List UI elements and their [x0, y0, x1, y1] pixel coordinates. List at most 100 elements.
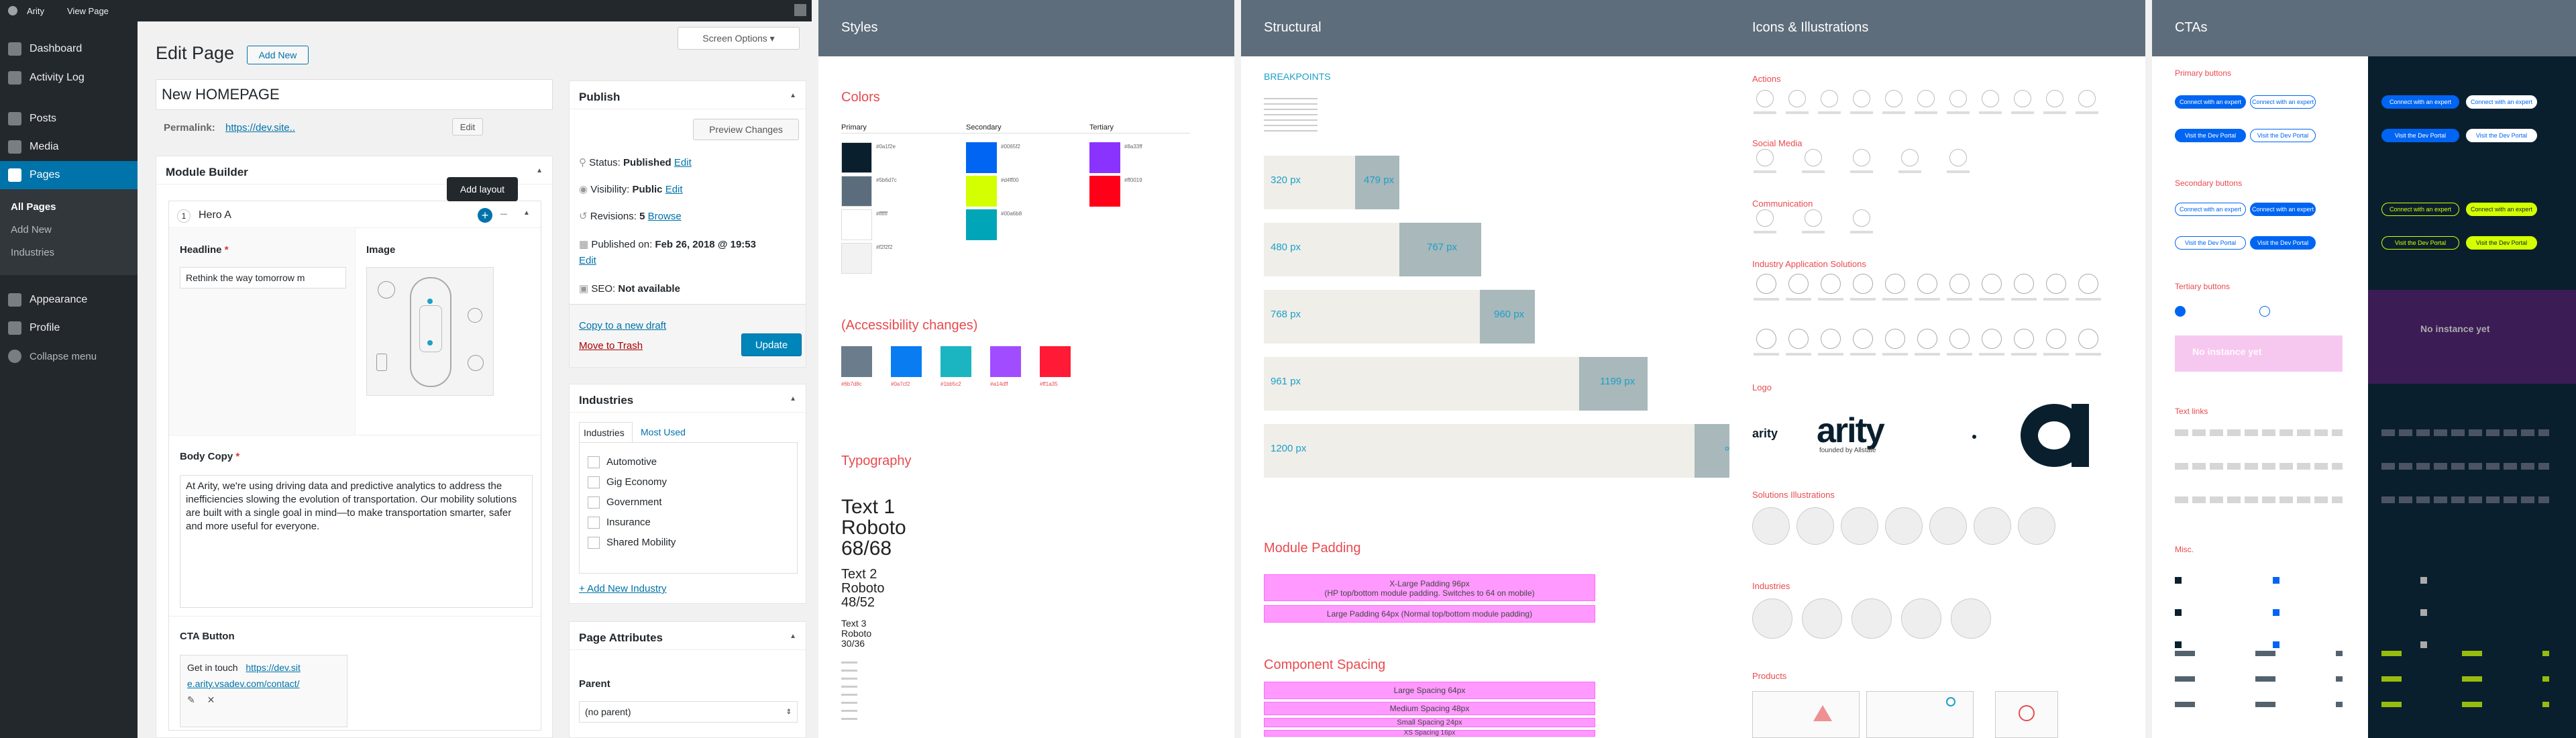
car-diagram-image[interactable]	[366, 267, 494, 396]
tab-industries[interactable]: Industries	[579, 422, 633, 442]
icon-caption	[1915, 298, 1940, 301]
parent-select[interactable]: (no parent) ⇕	[579, 701, 798, 723]
menu-posts[interactable]: Posts	[0, 105, 138, 133]
primary-portal-button-sample[interactable]: Visit the Dev Portal	[2175, 129, 2246, 142]
secondary-button-sample[interactable]: Connect with an expert	[2175, 203, 2246, 216]
dark-text-link-sample[interactable]	[2381, 496, 2549, 503]
collapse-arrow-icon[interactable]: ▲	[790, 92, 796, 99]
cta-link-box[interactable]: Get in touch https://dev.sit e.arity.vsa…	[180, 655, 347, 727]
submenu-add-new[interactable]: Add New	[11, 224, 52, 235]
navigation-sample[interactable]	[2175, 702, 2343, 707]
no-instance-light-label: No instance yet	[2192, 346, 2262, 357]
edit-link-icon[interactable]: ✎	[187, 694, 195, 705]
primary-button-sample[interactable]: Connect with an expert	[2175, 95, 2246, 109]
steering-wheel-icon	[378, 281, 395, 299]
menu-activity-log[interactable]: Activity Log	[0, 64, 138, 92]
checkbox-insurance[interactable]	[588, 517, 600, 529]
dark-portal-button-sample[interactable]: Visit the Dev Portal	[2381, 129, 2459, 142]
browse-revisions-link[interactable]: Browse	[648, 211, 682, 222]
wordpress-logo-icon[interactable]	[8, 6, 17, 15]
text-link-sample[interactable]	[2175, 429, 2343, 436]
checkbox-shared-mobility[interactable]	[588, 537, 600, 549]
dark-text-link-sample[interactable]	[2381, 463, 2549, 470]
secondary-portal-sample[interactable]: Visit the Dev Portal	[2175, 236, 2246, 250]
icon-caption	[1898, 170, 1921, 173]
cta-url[interactable]: https://dev.sit	[246, 662, 300, 673]
permalink-url[interactable]: https://dev.site..	[225, 122, 295, 134]
actions-heading: Actions	[1752, 74, 1781, 84]
screen-options-button[interactable]: Screen Options ▾	[678, 27, 800, 50]
permalink-edit-button[interactable]: Edit	[452, 118, 483, 136]
dark-secondary-portal-sample[interactable]: Visit the Dev Portal	[2381, 236, 2459, 250]
dark-secondary-filled-sample[interactable]: Connect with an expert	[2466, 203, 2537, 216]
menu-pages[interactable]: Pages	[0, 161, 138, 189]
menu-profile[interactable]: Profile	[0, 314, 138, 342]
status-edit-link[interactable]: Edit	[674, 157, 692, 168]
map-pin-icon	[1946, 697, 1955, 706]
visibility-edit-link[interactable]: Edit	[665, 184, 683, 195]
collapse-arrow-icon[interactable]: ▲	[536, 167, 543, 174]
body-copy-textarea[interactable]: At Arity, we're using driving data and p…	[180, 475, 533, 608]
dark-navigation-sample[interactable]	[2381, 651, 2549, 656]
copy-draft-link[interactable]: Copy to a new draft	[579, 320, 666, 331]
navigation-sample[interactable]	[2175, 676, 2343, 682]
icons-panel: Icons & Illustrations Actions Social Med…	[1729, 0, 2145, 738]
primary-outline-button-sample[interactable]: Connect with an expert	[2250, 95, 2316, 109]
text-link-sample[interactable]	[2175, 463, 2343, 470]
industry-icon	[1788, 274, 1809, 294]
submenu-all-pages[interactable]: All Pages	[11, 201, 56, 213]
menu-appearance[interactable]: Appearance	[0, 286, 138, 314]
preview-changes-button[interactable]: Preview Changes	[693, 119, 799, 140]
dark-secondary-sample[interactable]: Connect with an expert	[2381, 203, 2459, 216]
icon-caption	[1754, 298, 1779, 301]
update-button[interactable]: Update	[741, 333, 802, 356]
add-new-industry-link[interactable]: + Add New Industry	[579, 583, 667, 594]
cta-url-continued[interactable]: e.arity.vsadev.com/contact/	[187, 678, 300, 689]
add-layout-icon[interactable]: +	[478, 208, 492, 223]
add-new-button[interactable]: Add New	[247, 46, 309, 64]
dark-navigation-sample[interactable]	[2381, 676, 2549, 682]
toggle-layout-icon[interactable]: ▲	[523, 209, 530, 217]
collapse-menu[interactable]: Collapse menu	[0, 342, 138, 370]
toggle-icon[interactable]	[794, 4, 806, 16]
headline-input[interactable]: Rethink the way tomorrow m	[180, 267, 346, 288]
view-page-link[interactable]: View Page	[67, 6, 109, 16]
secondary-filled-sample[interactable]: Connect with an expert	[2250, 203, 2316, 216]
checkbox-government[interactable]	[588, 496, 600, 509]
dark-text-link-sample[interactable]	[2381, 429, 2549, 436]
dark-navigation-sample[interactable]	[2381, 702, 2549, 707]
industry-icon	[2078, 274, 2098, 294]
tertiary-button-sample[interactable]	[2175, 306, 2186, 317]
remove-link-icon[interactable]: ✕	[207, 694, 215, 705]
color-hex: #5b6d7c	[876, 177, 897, 183]
published-edit-link[interactable]: Edit	[579, 255, 596, 266]
menu-dashboard[interactable]: Dashboard	[0, 35, 138, 63]
tab-most-used[interactable]: Most Used	[641, 427, 686, 437]
collapse-arrow-icon[interactable]: ▲	[790, 395, 796, 403]
page-title-input[interactable]: New HOMEPAGE	[156, 79, 553, 110]
breakpoint-max: 479 px	[1364, 174, 1395, 186]
site-name-link[interactable]: Arity	[27, 6, 44, 16]
dark-primary-button-sample[interactable]: Connect with an expert	[2381, 95, 2459, 109]
primary-portal-outline-sample[interactable]: Visit the Dev Portal	[2250, 129, 2316, 142]
secondary-portal-filled-sample[interactable]: Visit the Dev Portal	[2250, 236, 2316, 250]
checkbox-gig-economy[interactable]	[588, 476, 600, 488]
collapse-arrow-icon[interactable]: ▲	[790, 633, 796, 640]
breakpoint-max: 960 px	[1494, 309, 1525, 320]
text-link-sample[interactable]	[2175, 496, 2343, 503]
icon-caption	[1802, 231, 1825, 233]
tertiary-outline-sample[interactable]	[2259, 306, 2270, 317]
move-to-trash-link[interactable]: Move to Trash	[579, 340, 643, 352]
icon-caption	[1915, 111, 1937, 114]
dark-portal-light-sample[interactable]: Visit the Dev Portal	[2466, 129, 2537, 142]
submenu-industries[interactable]: Industries	[11, 247, 54, 258]
dark-secondary-portal-filled-sample[interactable]: Visit the Dev Portal	[2466, 236, 2537, 250]
dark-primary-light-sample[interactable]: Connect with an expert	[2466, 95, 2537, 109]
industry-icon	[1917, 274, 1937, 294]
checkbox-automotive[interactable]	[588, 456, 600, 468]
remove-layout-icon[interactable]: –	[500, 207, 507, 221]
menu-media[interactable]: Media	[0, 133, 138, 161]
layout-hero-a: 1 Hero A + – ▲ Headline * Rethink the wa…	[168, 201, 541, 731]
navigation-sample[interactable]	[2175, 651, 2343, 656]
industry-illustration-icon	[1802, 598, 1842, 639]
